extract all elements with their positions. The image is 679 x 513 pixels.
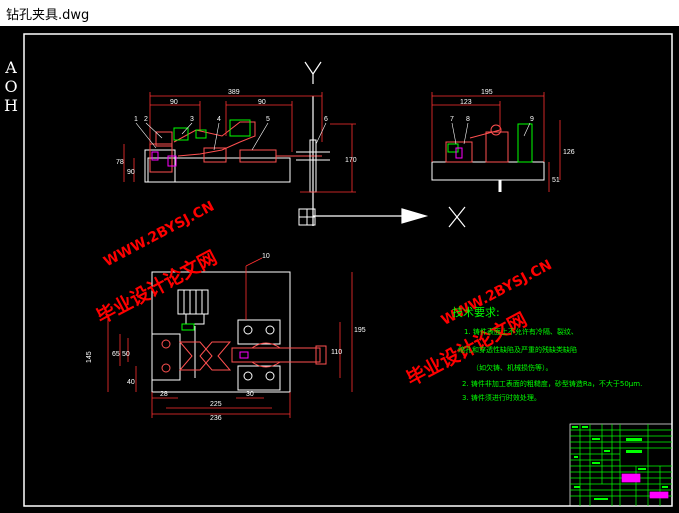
plan-dim-h-total: 145 <box>86 351 93 363</box>
balloon-9: 9 <box>530 116 534 123</box>
notes-line-5: 3. 铸件须进行时效处理。 <box>462 393 541 402</box>
side-label-a: A <box>5 58 17 77</box>
balloon-8: 8 <box>466 116 470 123</box>
balloon-7: 7 <box>450 116 454 123</box>
balloon-2: 2 <box>144 116 148 123</box>
balloon-5: 5 <box>266 116 270 123</box>
balloon-1: 1 <box>134 116 138 123</box>
plan-balloon-10: 10 <box>262 253 270 260</box>
dim-overall: 389 <box>228 89 240 96</box>
balloon-4: 4 <box>217 116 221 123</box>
dim-h3: 170 <box>345 157 357 164</box>
drawing-border <box>23 33 673 507</box>
dim-left: 90 <box>170 99 178 106</box>
plan-dim-h-c: 40 <box>127 379 135 386</box>
dim-h2: 90 <box>127 169 135 176</box>
balloon-6: 6 <box>324 116 328 123</box>
side-dim-h1: 126 <box>563 149 575 156</box>
title-block <box>569 423 673 507</box>
x-axis-glyph <box>448 206 466 228</box>
side-dim-overall: 195 <box>481 89 493 96</box>
plan-dim-h-b: 50 <box>122 351 130 358</box>
notes-line-2: 缩孔和穿透性缺陷及严重的残缺类缺陷 <box>458 345 577 354</box>
cad-drawing-canvas[interactable]: Y <box>0 26 679 513</box>
window-title: 钻孔夹具.dwg <box>6 8 90 23</box>
y-axis-arrow <box>304 61 322 226</box>
plan-view: 10 145 65 50 40 195 110 28 30 225 236 <box>86 253 366 422</box>
notes-line-4: 2. 铸件非加工表面的粗糙度，砂型铸造Ra，不大于50μm. <box>462 379 642 388</box>
plan-dim-bottom-d: 236 <box>210 415 222 422</box>
notes-line-3: （如欠铸、机械损伤等）。 <box>472 363 553 372</box>
notes-heading: 技术要求: <box>452 306 500 319</box>
front-view: 389 90 90 78 90 170 1 2 3 4 5 6 <box>116 89 357 193</box>
plan-dim-bottom-c: 225 <box>210 401 222 408</box>
side-dim-inner: 123 <box>460 99 472 106</box>
plan-dim-h-a: 65 <box>112 351 120 358</box>
x-axis-arrow <box>313 208 429 224</box>
side-dim-h2: 51 <box>552 177 560 184</box>
plan-dim-bottom-a: 28 <box>160 391 168 398</box>
window-title-bar: 钻孔夹具.dwg <box>0 0 679 26</box>
side-view: 195 123 126 51 7 8 9 <box>431 89 575 192</box>
plan-dim-right-a: 195 <box>354 327 366 334</box>
watermark-left: 毕业设计论文网 WWW.2BYSJ.CN <box>93 198 221 328</box>
dim-mid: 90 <box>258 99 266 106</box>
side-label-o: O <box>4 77 18 96</box>
side-label: A O H <box>3 58 19 115</box>
plan-dim-right-b: 110 <box>331 349 342 356</box>
dim-h1: 78 <box>116 159 124 166</box>
balloon-3: 3 <box>190 116 194 123</box>
notes-line-1: 1. 铸件表面上不允许有冷隔、裂纹、 <box>464 327 578 336</box>
side-label-h: H <box>4 96 18 115</box>
plan-dim-bottom-b: 30 <box>246 391 254 398</box>
